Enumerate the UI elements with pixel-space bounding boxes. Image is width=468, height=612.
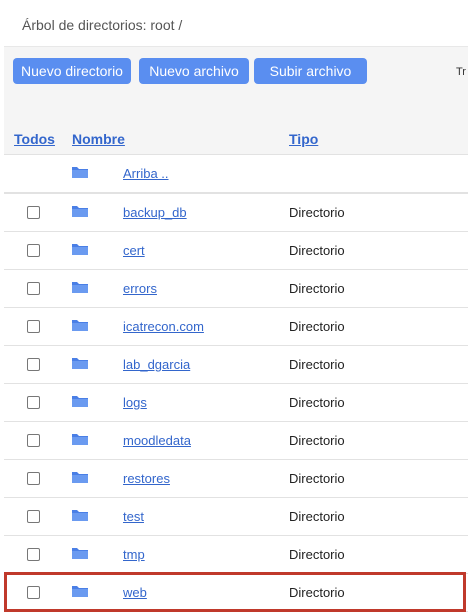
table-row: icatrecon.com Directorio bbox=[4, 308, 468, 346]
type-label: Directorio bbox=[289, 585, 345, 600]
new-directory-button[interactable]: Nuevo directorio bbox=[13, 58, 131, 84]
table-row: backup_db Directorio bbox=[4, 193, 468, 232]
table-row: logs Directorio bbox=[4, 384, 468, 422]
table-row: errors Directorio bbox=[4, 270, 468, 308]
folder-icon bbox=[72, 206, 88, 217]
row-checkbox[interactable] bbox=[27, 206, 40, 219]
type-label: Directorio bbox=[289, 319, 345, 334]
row-checkbox[interactable] bbox=[27, 358, 40, 371]
directory-link[interactable]: logs bbox=[123, 395, 147, 410]
folder-icon bbox=[72, 167, 88, 178]
directory-link[interactable]: moodledata bbox=[123, 433, 191, 448]
type-label: Directorio bbox=[289, 433, 345, 448]
file-list: Arriba .. backup_db Directorio cert Dire… bbox=[4, 154, 468, 612]
folder-icon bbox=[72, 510, 88, 521]
column-header-all[interactable]: Todos bbox=[14, 131, 55, 147]
column-header-name[interactable]: Nombre bbox=[72, 131, 125, 147]
table-row-up: Arriba .. bbox=[4, 154, 468, 193]
directory-link[interactable]: restores bbox=[123, 471, 170, 486]
table-row: moodledata Directorio bbox=[4, 422, 468, 460]
folder-icon bbox=[72, 358, 88, 369]
type-label: Directorio bbox=[289, 547, 345, 562]
folder-icon bbox=[72, 548, 88, 559]
directory-link[interactable]: icatrecon.com bbox=[123, 319, 204, 334]
row-checkbox[interactable] bbox=[27, 320, 40, 333]
row-checkbox[interactable] bbox=[27, 282, 40, 295]
type-label: Directorio bbox=[289, 281, 345, 296]
up-directory-link[interactable]: Arriba .. bbox=[123, 166, 169, 181]
folder-icon bbox=[72, 244, 88, 255]
type-label: Directorio bbox=[289, 243, 345, 258]
folder-icon bbox=[72, 472, 88, 483]
column-header-type[interactable]: Tipo bbox=[289, 131, 318, 147]
truncated-label: Tr bbox=[456, 66, 466, 78]
row-checkbox[interactable] bbox=[27, 548, 40, 561]
directory-link[interactable]: tmp bbox=[123, 547, 145, 562]
type-label: Directorio bbox=[289, 357, 345, 372]
folder-icon bbox=[72, 320, 88, 331]
table-row: lab_dgarcia Directorio bbox=[4, 346, 468, 384]
toolbar: Nuevo directorio Nuevo archivo Subir arc… bbox=[4, 46, 468, 155]
table-row: tmp Directorio bbox=[4, 536, 468, 574]
directory-link[interactable]: web bbox=[123, 585, 147, 600]
row-checkbox[interactable] bbox=[27, 244, 40, 257]
folder-icon bbox=[72, 434, 88, 445]
directory-link[interactable]: cert bbox=[123, 243, 145, 258]
row-checkbox[interactable] bbox=[27, 510, 40, 523]
directory-link[interactable]: backup_db bbox=[123, 205, 187, 220]
upload-file-button[interactable]: Subir archivo bbox=[254, 58, 367, 84]
row-checkbox[interactable] bbox=[27, 434, 40, 447]
breadcrumb: Árbol de directorios: root / bbox=[22, 17, 183, 33]
row-checkbox[interactable] bbox=[27, 586, 40, 599]
folder-icon bbox=[72, 586, 88, 597]
folder-icon bbox=[72, 396, 88, 407]
table-row: web Directorio bbox=[4, 572, 468, 612]
directory-link[interactable]: errors bbox=[123, 281, 157, 296]
table-row: restores Directorio bbox=[4, 460, 468, 498]
type-label: Directorio bbox=[289, 471, 345, 486]
directory-link[interactable]: lab_dgarcia bbox=[123, 357, 190, 372]
row-checkbox[interactable] bbox=[27, 396, 40, 409]
folder-icon bbox=[72, 282, 88, 293]
directory-link[interactable]: test bbox=[123, 509, 144, 524]
table-row: cert Directorio bbox=[4, 232, 468, 270]
table-row: test Directorio bbox=[4, 498, 468, 536]
new-file-button[interactable]: Nuevo archivo bbox=[139, 58, 249, 84]
type-label: Directorio bbox=[289, 509, 345, 524]
type-label: Directorio bbox=[289, 395, 345, 410]
type-label: Directorio bbox=[289, 205, 345, 220]
row-checkbox[interactable] bbox=[27, 472, 40, 485]
